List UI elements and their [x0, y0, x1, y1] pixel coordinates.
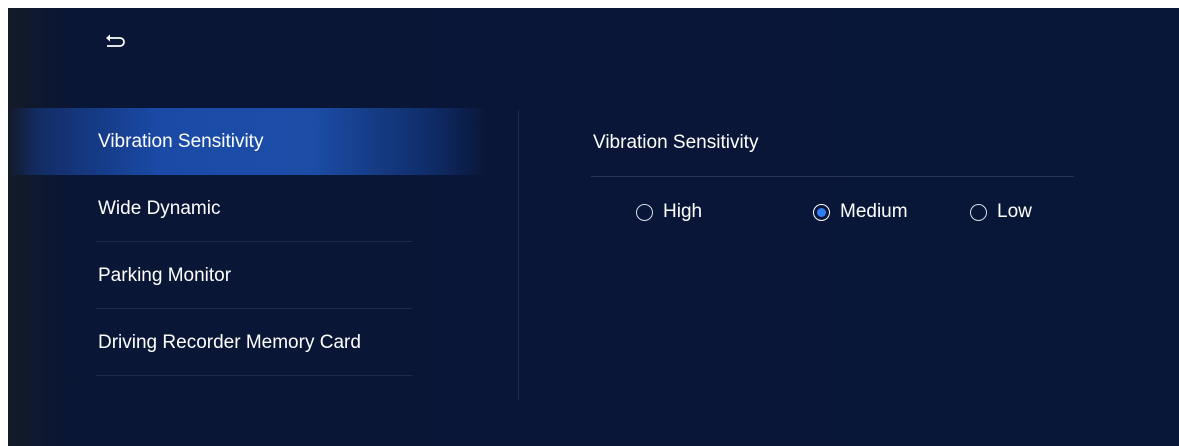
menu-item-parking-monitor[interactable]: Parking Monitor: [8, 242, 508, 309]
back-button[interactable]: [100, 28, 130, 54]
menu-item-wide-dynamic[interactable]: Wide Dynamic: [8, 175, 508, 242]
back-arrow-icon: [104, 33, 126, 49]
radio-unchecked-icon[interactable]: [636, 203, 653, 221]
radio-checked-icon[interactable]: [813, 203, 830, 221]
panel-title-divider: [591, 176, 1074, 177]
menu-item-label: Wide Dynamic: [98, 197, 221, 219]
settings-screen: Vibration Sensitivity Wide Dynamic Parki…: [8, 8, 1179, 446]
option-low[interactable]: Low: [970, 199, 1032, 225]
option-high[interactable]: High: [636, 199, 702, 225]
menu-item-vibration-sensitivity[interactable]: Vibration Sensitivity: [8, 108, 508, 175]
radio-unchecked-icon[interactable]: [970, 203, 987, 221]
menu-item-driving-recorder-memory-card[interactable]: Driving Recorder Memory Card: [8, 309, 508, 376]
settings-menu: Vibration Sensitivity Wide Dynamic Parki…: [8, 108, 508, 376]
option-medium[interactable]: Medium: [813, 199, 908, 225]
option-label: High: [663, 201, 703, 222]
menu-item-label: Vibration Sensitivity: [98, 130, 264, 152]
option-label: Low: [997, 201, 1032, 222]
menu-item-label: Parking Monitor: [98, 264, 232, 286]
panel-title: Vibration Sensitivity: [593, 132, 759, 153]
menu-item-label: Driving Recorder Memory Card: [98, 331, 361, 353]
panel-divider: [518, 110, 519, 400]
menu-divider: [96, 375, 412, 376]
option-label: Medium: [840, 201, 908, 222]
